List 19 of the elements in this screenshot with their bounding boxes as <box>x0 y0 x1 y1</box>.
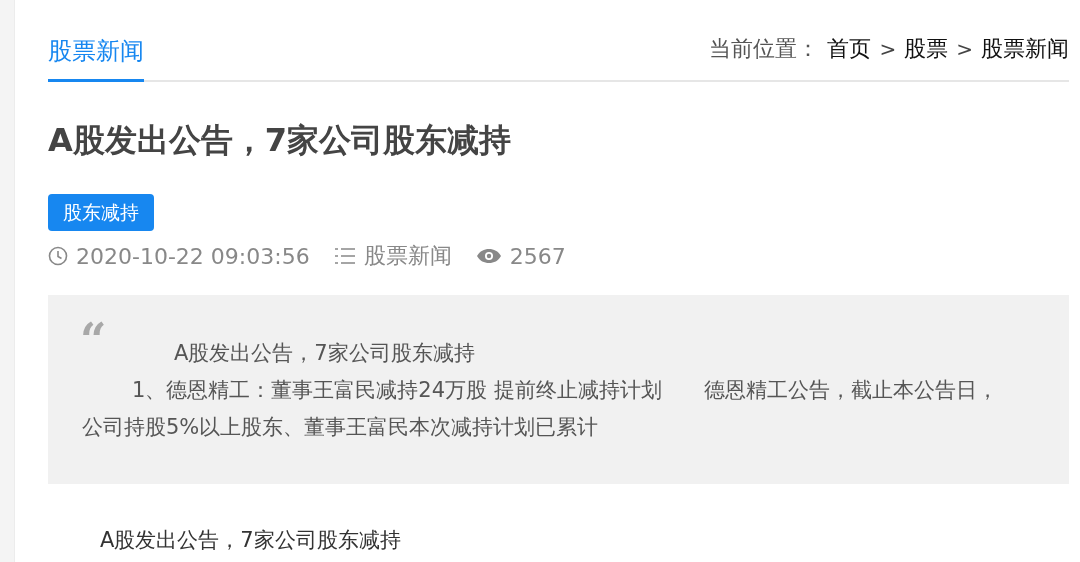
breadcrumb-separator: > <box>879 37 897 61</box>
breadcrumb-link[interactable]: 股票新闻 <box>981 34 1069 64</box>
publish-time: 2020-10-22 09:03:56 <box>76 243 310 269</box>
breadcrumb-label: 当前位置： <box>709 35 820 63</box>
breadcrumb-link[interactable]: 股票 <box>904 34 949 64</box>
breadcrumb-separator: > <box>956 37 973 61</box>
list-icon <box>333 247 356 265</box>
breadcrumb-link[interactable]: 首页 <box>827 34 872 64</box>
summary-text: 1、德恩精工：董事王富民减持24万股 提前终止减持计划 德恩精工公告，截止本公告日，公司持股5%以上股东、董事王富民本次减持计划已累计 <box>82 377 999 441</box>
quote-mark: “ <box>80 317 107 363</box>
category-label: 股票新闻 <box>363 242 452 270</box>
view-count: 2567 <box>509 243 566 269</box>
clock-icon <box>48 246 68 266</box>
eye-icon <box>475 248 502 264</box>
summary-text: A股发出公告，7家公司股东减持 <box>173 340 476 367</box>
section-tab[interactable]: 股票新闻 <box>48 35 144 82</box>
body-paragraph: A股发出公告，7家公司股东减持 <box>100 527 402 554</box>
article-title: A股发出公告，7家公司股东减持 <box>48 120 513 160</box>
tag-label[interactable]: 股东减持 <box>48 194 154 231</box>
